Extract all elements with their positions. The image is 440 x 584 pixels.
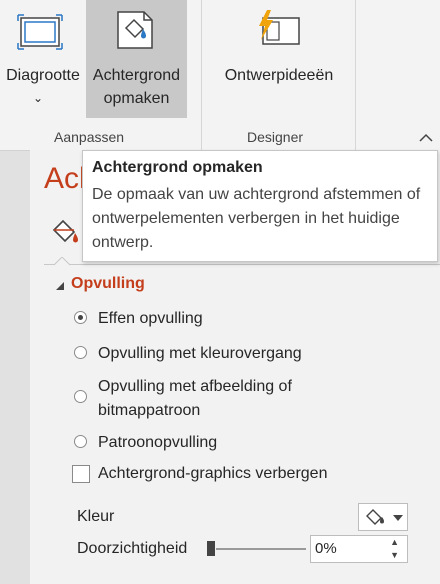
ribbon: Diagrootte ⌄ Achtergrond opmaken Ontwerp… — [0, 0, 440, 151]
label-solid-fill[interactable]: Effen opvulling — [98, 307, 203, 331]
format-background-icon — [117, 11, 153, 49]
transparency-value[interactable]: 0% — [315, 540, 337, 557]
collapse-triangle-icon[interactable] — [56, 282, 64, 290]
format-background-label-2: opmaken — [103, 90, 170, 107]
chevron-down-icon: ⌄ — [33, 91, 44, 105]
slide-size-button[interactable]: Diagrootte ⌄ — [0, 0, 86, 118]
tooltip-title: Achtergrond opmaken — [92, 159, 263, 176]
slide-size-icon — [17, 14, 63, 50]
slide-size-label: Diagrootte — [6, 67, 80, 84]
label-picture-fill-2[interactable]: bitmappatroon — [98, 399, 200, 423]
transparency-spinbox[interactable]: 0% ▲ ▼ — [310, 535, 408, 563]
label-hide-graphics[interactable]: Achtergrond-graphics verbergen — [98, 462, 327, 486]
label-pattern-fill[interactable]: Patroonopvulling — [98, 431, 217, 455]
radio-gradient-fill[interactable] — [74, 346, 87, 359]
color-picker-button[interactable] — [358, 503, 408, 531]
collapse-ribbon-icon[interactable] — [418, 132, 434, 144]
group-label-designer: Designer — [247, 129, 304, 145]
chevron-down-icon — [393, 515, 403, 521]
group-separator — [355, 0, 356, 150]
design-ideas-label: Ontwerpideeën — [224, 67, 334, 84]
fill-color-icon — [366, 509, 384, 525]
section-header-fill[interactable]: Opvulling — [71, 275, 145, 293]
design-ideas-icon — [259, 10, 300, 45]
radio-solid-fill[interactable] — [74, 311, 87, 324]
spin-up-icon[interactable]: ▲ — [390, 537, 399, 547]
format-background-button[interactable]: Achtergrond opmaken — [86, 0, 187, 118]
radio-pattern-fill[interactable] — [74, 435, 87, 448]
tooltip-body: De opmaak van uw achtergrond afstemmen o… — [92, 186, 421, 251]
fill-tab-icon[interactable] — [50, 218, 80, 248]
transparency-slider-thumb[interactable] — [207, 541, 215, 556]
tab-pointer — [54, 257, 70, 266]
label-gradient-fill[interactable]: Opvulling met kleurovergang — [98, 342, 302, 366]
transparency-slider-track[interactable] — [216, 548, 306, 550]
format-background-label-1: Achtergrond — [92, 67, 181, 84]
group-separator — [201, 0, 202, 150]
hide-graphics-checkbox[interactable] — [72, 465, 90, 483]
transparency-label: Doorzichtigheid — [77, 540, 188, 557]
color-label: Kleur — [77, 508, 115, 525]
spin-down-icon[interactable]: ▼ — [390, 550, 399, 560]
tooltip: Achtergrond opmaken De opmaak van uw ach… — [82, 150, 438, 262]
tab-divider — [44, 264, 440, 265]
radio-picture-fill[interactable] — [74, 390, 87, 403]
design-ideas-button[interactable]: Ontwerpideeën — [212, 0, 346, 118]
group-label-aanpassen: Aanpassen — [54, 129, 125, 145]
label-picture-fill-1[interactable]: Opvulling met afbeelding of — [98, 375, 292, 399]
